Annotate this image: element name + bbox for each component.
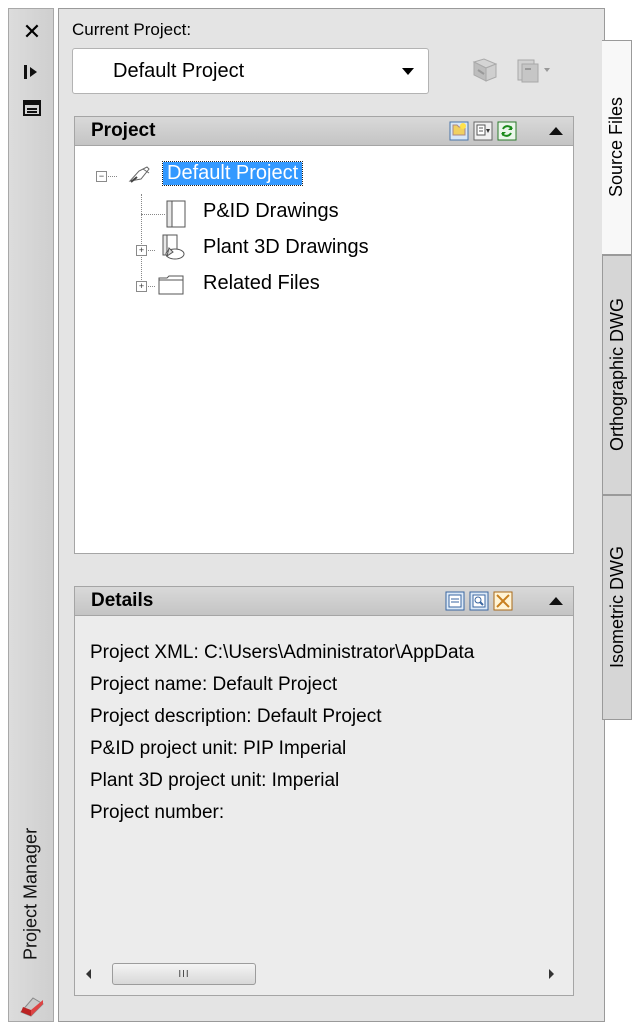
collapse-node-button[interactable]: − [96,171,107,182]
details-section-header[interactable]: Details [74,586,574,616]
folder-icon [157,274,187,301]
palette-title: Project Manager [20,827,41,961]
expand-node-button[interactable]: + [136,281,147,292]
project-section-title: Project [91,120,156,141]
tree-item-related-files[interactable]: Related Files [203,272,320,295]
detail-plant3d-unit: Plant 3D project unit: Imperial [90,770,340,791]
refresh-icon[interactable] [497,121,517,141]
properties-icon[interactable] [20,97,44,119]
autohide-icon[interactable] [20,61,44,83]
expand-node-button[interactable]: + [136,245,147,256]
current-project-dropdown[interactable]: Default Project [72,48,429,94]
tab-label: Source Files [606,97,626,198]
tab-label: Orthographic DWG [606,298,627,452]
current-project-value: Default Project [113,59,245,82]
detail-project-description: Project description: Default Project [90,706,382,727]
project-properties-icon[interactable] [473,121,493,141]
tab-label: Isometric DWG [606,546,627,669]
pid-drawings-icon [165,200,187,233]
project-setup-button[interactable] [508,52,560,88]
current-project-label: Current Project: [72,20,192,39]
detail-pid-unit: P&ID project unit: PIP Imperial [90,738,347,759]
project-setup-icon [517,59,550,83]
thumbnail-view-icon[interactable] [493,591,513,611]
scroll-left-icon[interactable] [86,969,91,979]
project-section-header[interactable]: Project [74,116,574,146]
palette-title-bar: ✕ Project Manager [8,8,54,1022]
new-project-icon[interactable] [449,121,469,141]
tree-item-default-project[interactable]: Default Project [161,161,304,186]
open-project-icon [472,58,498,82]
plant3d-logo-icon [19,992,45,1018]
collapse-details-icon[interactable] [549,597,563,605]
details-pane: Project XML: C:\Users\Administrator\AppD… [74,616,574,996]
detail-project-number: Project number: [90,802,225,823]
tree-item-plant-3d-drawings[interactable]: Plant 3D Drawings [203,236,369,259]
scroll-thumb[interactable]: III [112,963,256,985]
scroll-right-icon[interactable] [549,969,554,979]
horizontal-scrollbar[interactable]: III [78,960,570,988]
tab-isometric-dwg[interactable]: Isometric DWG [602,495,632,720]
project-icon [127,163,153,192]
open-project-button[interactable] [466,52,504,88]
details-section-title: Details [91,590,154,611]
detail-project-xml: Project XML: C:\Users\Administrator\AppD… [90,642,475,663]
chevron-down-icon [402,68,414,75]
detail-project-name: Project name: Default Project [90,674,338,695]
plant3d-drawings-icon [159,234,187,267]
close-icon[interactable]: ✕ [20,19,44,44]
preview-view-icon[interactable] [469,591,489,611]
collapse-project-icon[interactable] [549,127,563,135]
tree-item-pid-drawings[interactable]: P&ID Drawings [203,200,339,223]
details-view-icon[interactable] [445,591,465,611]
tab-orthographic-dwg[interactable]: Orthographic DWG [602,255,632,495]
tab-source-files[interactable]: Source Files [602,40,632,255]
project-tree: − Default Project P&ID Drawings + Plant … [74,146,574,554]
